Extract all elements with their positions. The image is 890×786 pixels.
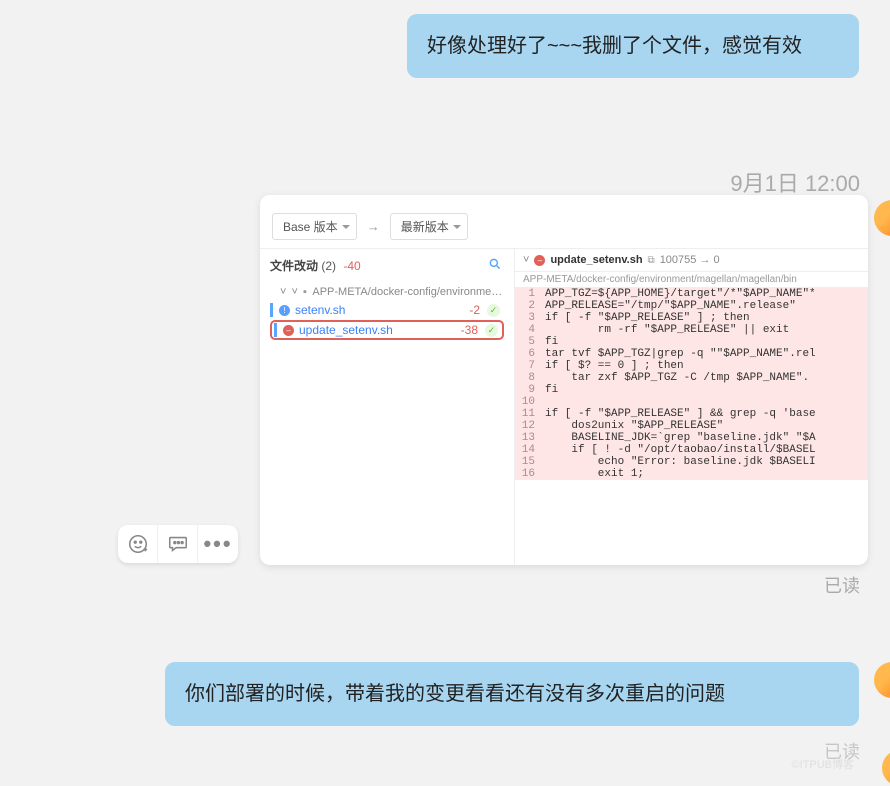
timestamp: 9月1日 12:00 bbox=[730, 166, 860, 198]
code-line: 15 echo "Error: baseline.jdk $BASELI bbox=[515, 456, 868, 468]
code-line: 3if [ -f "$APP_RELEASE" ] ; then bbox=[515, 312, 868, 324]
code-line: 7if [ $? == 0 ] ; then bbox=[515, 360, 868, 372]
code-line: 11if [ -f "$APP_RELEASE" ] && grep -q 'b… bbox=[515, 408, 868, 420]
code-line: 5fi bbox=[515, 336, 868, 348]
code-diff-panel: ˅ – update_setenv.sh ⧉ 100755 → 0 APP-ME… bbox=[515, 249, 868, 565]
code-line: 10 bbox=[515, 396, 868, 408]
more-button[interactable]: ••• bbox=[198, 525, 238, 563]
diff-toolbar: Base 版本 → 最新版本 bbox=[260, 205, 868, 248]
avatar bbox=[874, 662, 890, 698]
active-bar bbox=[270, 303, 273, 317]
latest-version-dropdown[interactable]: 最新版本 bbox=[390, 213, 468, 240]
diff-file-header: ˅ – update_setenv.sh ⧉ 100755 → 0 bbox=[515, 249, 868, 272]
watermark-text: ©ITPUB博客 bbox=[792, 756, 855, 772]
code-line: 16 exit 1; bbox=[515, 468, 868, 480]
read-status: 已读 bbox=[824, 572, 860, 598]
code-line: 1APP_TGZ=${APP_HOME}/target"/*"$APP_NAME… bbox=[515, 288, 868, 300]
deleted-icon: – bbox=[283, 325, 294, 336]
folder-icon: ▪ bbox=[303, 286, 307, 298]
message-text: 你们部署的时候，带着我的变更看看还有没有多次重启的问题 bbox=[185, 683, 725, 705]
avatar bbox=[874, 200, 890, 236]
check-icon: ✓ bbox=[487, 304, 500, 317]
diff-viewer-card: Base 版本 → 最新版本 文件改动 (2) -40 ˅ ˅ ▪ APP-ME… bbox=[260, 195, 868, 565]
comment-button[interactable] bbox=[158, 525, 198, 563]
files-changed-label: 文件改动 bbox=[270, 257, 318, 274]
file-tree-panel: 文件改动 (2) -40 ˅ ˅ ▪ APP-META/docker-confi… bbox=[260, 249, 515, 565]
code-line: 14 if [ ! -d "/opt/taobao/install/$BASEL bbox=[515, 444, 868, 456]
emoji-button[interactable] bbox=[118, 525, 158, 563]
chat-message: 好像处理好了~~~我删了个文件，感觉有效 bbox=[407, 14, 859, 78]
deleted-icon: – bbox=[534, 255, 545, 266]
total-delta: -40 bbox=[343, 259, 360, 273]
message-text: 好像处理好了~~~我删了个文件，感觉有效 bbox=[427, 35, 802, 57]
code-line: 8 tar zxf $APP_TGZ -C /tmp $APP_NAME". bbox=[515, 372, 868, 384]
message-actions: ••• bbox=[118, 525, 238, 563]
file-full-path: APP-META/docker-config/environment/magel… bbox=[515, 272, 868, 288]
files-count: (2) bbox=[321, 259, 336, 273]
code-line: 6tar tvf $APP_TGZ|grep -q ""$APP_NAME".r… bbox=[515, 348, 868, 360]
chat-message: 你们部署的时候，带着我的变更看看还有没有多次重启的问题 bbox=[165, 662, 859, 726]
code-line: 4 rm -rf "$APP_RELEASE" || exit bbox=[515, 324, 868, 336]
chevron-down-icon: ˅ bbox=[280, 286, 286, 298]
search-icon[interactable] bbox=[488, 257, 502, 274]
check-icon: ✓ bbox=[485, 324, 498, 337]
code-line: 2APP_RELEASE="/tmp/"$APP_NAME".release" bbox=[515, 300, 868, 312]
copy-icon[interactable]: ⧉ bbox=[648, 255, 655, 266]
avatar bbox=[882, 750, 890, 786]
code-block: 1APP_TGZ=${APP_HOME}/target"/*"$APP_NAME… bbox=[515, 288, 868, 480]
file-tree-item-setenv[interactable]: ! setenv.sh -2 ✓ bbox=[270, 300, 504, 320]
active-bar bbox=[274, 323, 277, 337]
chevron-down-icon: ˅ bbox=[292, 286, 298, 298]
chevron-down-icon[interactable]: ˅ bbox=[523, 254, 529, 266]
arrow-right-icon: → bbox=[363, 219, 384, 234]
base-version-dropdown[interactable]: Base 版本 bbox=[272, 213, 357, 240]
code-line: 13 BASELINE_JDK=`grep "baseline.jdk" "$A bbox=[515, 432, 868, 444]
code-line: 12 dos2unix "$APP_RELEASE" bbox=[515, 420, 868, 432]
modified-icon: ! bbox=[279, 305, 290, 316]
tree-folder-path[interactable]: ˅ ˅ ▪ APP-META/docker-config/environment… bbox=[270, 284, 504, 300]
code-line: 9fi bbox=[515, 384, 868, 396]
file-tree-item-update-setenv[interactable]: – update_setenv.sh -38 ✓ bbox=[270, 320, 504, 340]
